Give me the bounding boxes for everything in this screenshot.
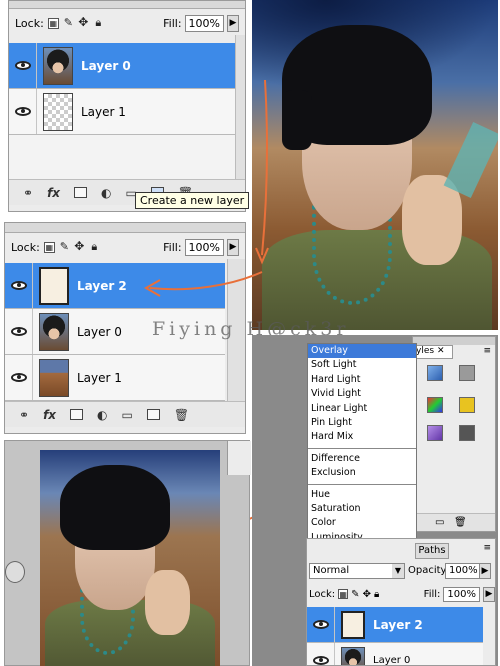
opacity-arrow-icon[interactable]: ▶ xyxy=(479,563,491,579)
style-swatch[interactable] xyxy=(427,397,443,413)
opacity-label: Opacity: xyxy=(408,565,450,576)
panel-menu-icon[interactable]: ≡ xyxy=(483,543,491,553)
opacity-input[interactable]: 100% xyxy=(445,563,482,579)
lock-transparent-icon[interactable]: ▦ xyxy=(338,589,349,599)
layers-panel-bottom: Paths ≡ Normal ▼ Opacity: 100% ▶ Lock: ▦… xyxy=(306,538,496,666)
menu-item[interactable]: Hard Light xyxy=(308,373,416,387)
menu-item[interactable]: Overlay xyxy=(308,344,416,359)
blend-mode-value: Normal xyxy=(313,565,350,576)
menu-item[interactable]: Soft Light xyxy=(308,358,416,372)
menu-item[interactable]: Difference xyxy=(308,452,416,466)
fill-input[interactable]: 100% xyxy=(443,586,480,602)
style-swatch[interactable] xyxy=(459,425,475,441)
blend-mode-select[interactable]: Normal ▼ xyxy=(309,563,405,579)
close-icon[interactable]: ✕ xyxy=(437,346,445,356)
style-swatch[interactable] xyxy=(427,425,443,441)
layer-name: Layer 2 xyxy=(373,617,423,632)
fill-arrow-icon[interactable]: ▶ xyxy=(483,586,495,602)
tab-styles[interactable]: yles ✕ xyxy=(413,345,453,359)
layer-thumbnail xyxy=(341,646,365,665)
layer-thumbnail xyxy=(341,610,365,639)
menu-item[interactable]: Exclusion xyxy=(308,466,416,480)
tab-paths[interactable]: Paths xyxy=(415,543,449,559)
menu-separator xyxy=(308,483,416,485)
panel-menu-icon[interactable]: ≡ xyxy=(483,346,491,356)
menu-separator xyxy=(308,447,416,449)
lock-all-icon[interactable]: 🔒︎ xyxy=(374,589,379,600)
ruler-circle xyxy=(5,561,25,583)
style-swatch[interactable] xyxy=(459,365,475,381)
portrait-photo-canvas xyxy=(40,450,220,666)
menu-item[interactable]: Vivid Light xyxy=(308,387,416,401)
style-swatch[interactable] xyxy=(427,365,443,381)
layer-row[interactable]: Layer 0 xyxy=(307,643,483,666)
menu-item[interactable]: Color xyxy=(308,516,416,530)
styles-panel: yles ✕ ≡ ▭ 🗑︎ xyxy=(412,336,496,532)
menu-item[interactable]: Linear Light xyxy=(308,402,416,416)
fill-label: Fill: xyxy=(423,588,441,600)
paths-tab-label: Paths xyxy=(418,545,446,556)
menu-item[interactable]: Hue xyxy=(308,488,416,502)
visibility-eye-icon[interactable] xyxy=(307,607,335,642)
layer-row[interactable]: Layer 2 xyxy=(307,607,483,643)
layer-name: Layer 0 xyxy=(373,655,411,666)
lock-brush-icon[interactable]: ✎ xyxy=(351,589,359,600)
menu-item[interactable]: Hard Mix xyxy=(308,430,416,444)
visibility-eye-icon[interactable] xyxy=(307,643,335,665)
lock-label: Lock: xyxy=(309,588,336,600)
lock-move-icon[interactable]: ✥ xyxy=(363,589,371,600)
menu-item[interactable]: Saturation xyxy=(308,502,416,516)
blend-mode-menu: Overlay Soft Light Hard Light Vivid Ligh… xyxy=(307,343,417,560)
style-swatch[interactable] xyxy=(459,397,475,413)
chevron-down-icon[interactable]: ▼ xyxy=(392,564,404,578)
styles-bottom-bar: ▭ 🗑︎ xyxy=(413,513,495,531)
mini-panel xyxy=(227,441,251,475)
styles-tab-label: yles xyxy=(416,346,435,356)
lock-bar: Lock: ▦ ✎ ✥ 🔒︎ Fill: 100% ▶ xyxy=(309,585,495,603)
menu-item[interactable]: Pin Light xyxy=(308,416,416,430)
